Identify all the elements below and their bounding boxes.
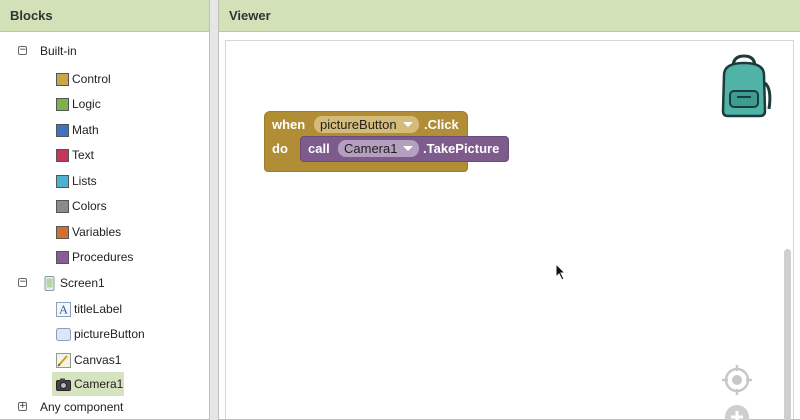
builtin-item-lists[interactable]: Lists xyxy=(56,170,97,192)
viewer-panel-title: Viewer xyxy=(219,0,800,32)
builtin-item-label: Colors xyxy=(72,199,107,213)
viewer-panel: Viewer when pictureButton .Click do call… xyxy=(218,0,800,420)
builtin-item-variables[interactable]: Variables xyxy=(56,221,121,243)
camera-icon xyxy=(56,377,71,392)
screen-icon xyxy=(42,275,57,291)
tree-item-label: Screen1 xyxy=(60,276,105,290)
blocks-panel-title: Blocks xyxy=(0,0,209,32)
tree-item-label: Any component xyxy=(40,400,124,414)
text-swatch-icon xyxy=(56,148,69,162)
component-dropdown-value: pictureButton xyxy=(320,117,397,132)
control-swatch-icon xyxy=(56,72,69,86)
do-keyword: do xyxy=(272,141,288,156)
builtin-item-label: Control xyxy=(72,72,111,86)
builtin-item-label: Logic xyxy=(72,97,101,111)
component-item-titlelabel[interactable]: A titleLabel xyxy=(56,298,122,320)
blocks-panel: Blocks − Built-in Control Logic Math Tex… xyxy=(0,0,210,420)
procedures-swatch-icon xyxy=(56,250,69,264)
tree-item-any-component[interactable]: + Any component xyxy=(18,396,123,418)
method-name: .TakePicture xyxy=(423,141,500,156)
component-dropdown[interactable]: pictureButton xyxy=(314,116,419,133)
component-item-picturebutton[interactable]: pictureButton xyxy=(56,323,145,345)
center-target-icon[interactable] xyxy=(722,365,752,400)
builtin-item-label: Math xyxy=(72,123,99,137)
when-keyword: when xyxy=(272,117,306,132)
builtin-item-label: Variables xyxy=(72,225,122,239)
builtin-item-label: Text xyxy=(72,148,95,162)
chevron-down-icon xyxy=(402,122,413,127)
builtin-item-label: Lists xyxy=(72,174,97,188)
component-item-label: Camera1 xyxy=(74,377,124,391)
lists-swatch-icon xyxy=(56,174,69,188)
component-item-label: Canvas1 xyxy=(74,353,122,367)
expand-toggle-icon[interactable]: + xyxy=(18,402,27,411)
mouse-cursor-icon xyxy=(555,262,567,286)
tree-item-screen1[interactable]: − Screen1 xyxy=(18,272,105,294)
component-item-camera1[interactable]: Camera1 xyxy=(52,372,124,396)
backpack-icon[interactable] xyxy=(711,53,777,119)
label-icon: A xyxy=(56,301,71,317)
canvas-icon xyxy=(56,352,71,368)
vertical-scrollbar[interactable] xyxy=(784,249,791,420)
camera-dropdown-value: Camera1 xyxy=(344,141,398,156)
blocks-workspace[interactable]: when pictureButton .Click do call Camera… xyxy=(225,40,794,420)
tree-item-builtin[interactable]: − Built-in xyxy=(18,40,77,62)
camera-dropdown[interactable]: Camera1 xyxy=(338,140,420,157)
call-keyword: call xyxy=(308,141,330,156)
builtin-item-logic[interactable]: Logic xyxy=(56,93,101,115)
collapse-toggle-icon[interactable]: − xyxy=(18,278,27,287)
component-item-canvas1[interactable]: Canvas1 xyxy=(56,349,121,371)
builtin-item-control[interactable]: Control xyxy=(56,68,111,90)
component-item-label: pictureButton xyxy=(74,327,145,341)
chevron-down-icon xyxy=(403,146,414,151)
variables-swatch-icon xyxy=(56,225,69,239)
builtin-item-math[interactable]: Math xyxy=(56,119,99,141)
when-click-event-block[interactable]: when pictureButton .Click do call Camera… xyxy=(264,111,509,172)
builtin-item-procedures[interactable]: Procedures xyxy=(56,246,133,268)
component-item-label: titleLabel xyxy=(74,302,123,316)
colors-swatch-icon xyxy=(56,199,69,213)
call-method-block[interactable]: call Camera1 .TakePicture xyxy=(300,136,509,162)
math-swatch-icon xyxy=(56,123,69,137)
builtin-item-text[interactable]: Text xyxy=(56,144,94,166)
button-icon xyxy=(56,327,71,342)
builtin-item-label: Procedures xyxy=(72,250,134,264)
svg-text:A: A xyxy=(59,303,69,316)
logic-swatch-icon xyxy=(56,97,69,111)
event-name: .Click xyxy=(424,117,459,132)
tree-item-label: Built-in xyxy=(40,44,77,58)
builtin-item-colors[interactable]: Colors xyxy=(56,195,107,217)
zoom-in-icon[interactable] xyxy=(723,403,751,420)
collapse-toggle-icon[interactable]: − xyxy=(18,46,27,55)
